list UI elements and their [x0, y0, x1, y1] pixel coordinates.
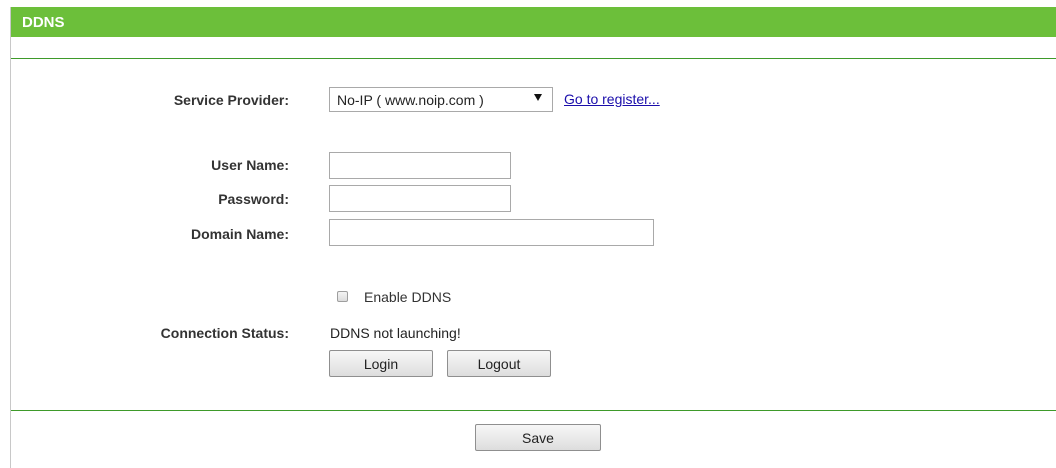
enable-ddns-label: Enable DDNS: [364, 289, 452, 305]
login-button[interactable]: Login: [329, 350, 433, 377]
page-title: DDNS: [22, 14, 65, 31]
chevron-down-icon: [534, 94, 542, 101]
logout-button[interactable]: Logout: [447, 350, 551, 377]
service-provider-label: Service Provider:: [173, 92, 289, 108]
domain-name-field[interactable]: [329, 219, 654, 246]
connection-status-value: DDNS not launching!: [330, 325, 461, 341]
register-link[interactable]: Go to register...: [564, 91, 660, 107]
domain-name-label: Domain Name:: [190, 226, 289, 242]
password-label: Password:: [218, 191, 289, 207]
enable-ddns-checkbox[interactable]: [337, 291, 348, 302]
service-provider-selected: No-IP ( www.noip.com ): [337, 92, 484, 108]
ddns-panel: DDNS Service Provider: No-IP ( www.noip.…: [10, 7, 1056, 468]
save-button[interactable]: Save: [475, 424, 601, 451]
footer-divider: [11, 410, 1056, 411]
connection-status-label: Connection Status:: [160, 325, 289, 341]
divider: [11, 58, 1056, 59]
service-provider-select[interactable]: No-IP ( www.noip.com ): [329, 87, 553, 112]
username-field[interactable]: [329, 152, 511, 179]
username-label: User Name:: [211, 157, 289, 173]
password-field[interactable]: [329, 185, 511, 212]
panel-header: DDNS: [11, 7, 1056, 37]
